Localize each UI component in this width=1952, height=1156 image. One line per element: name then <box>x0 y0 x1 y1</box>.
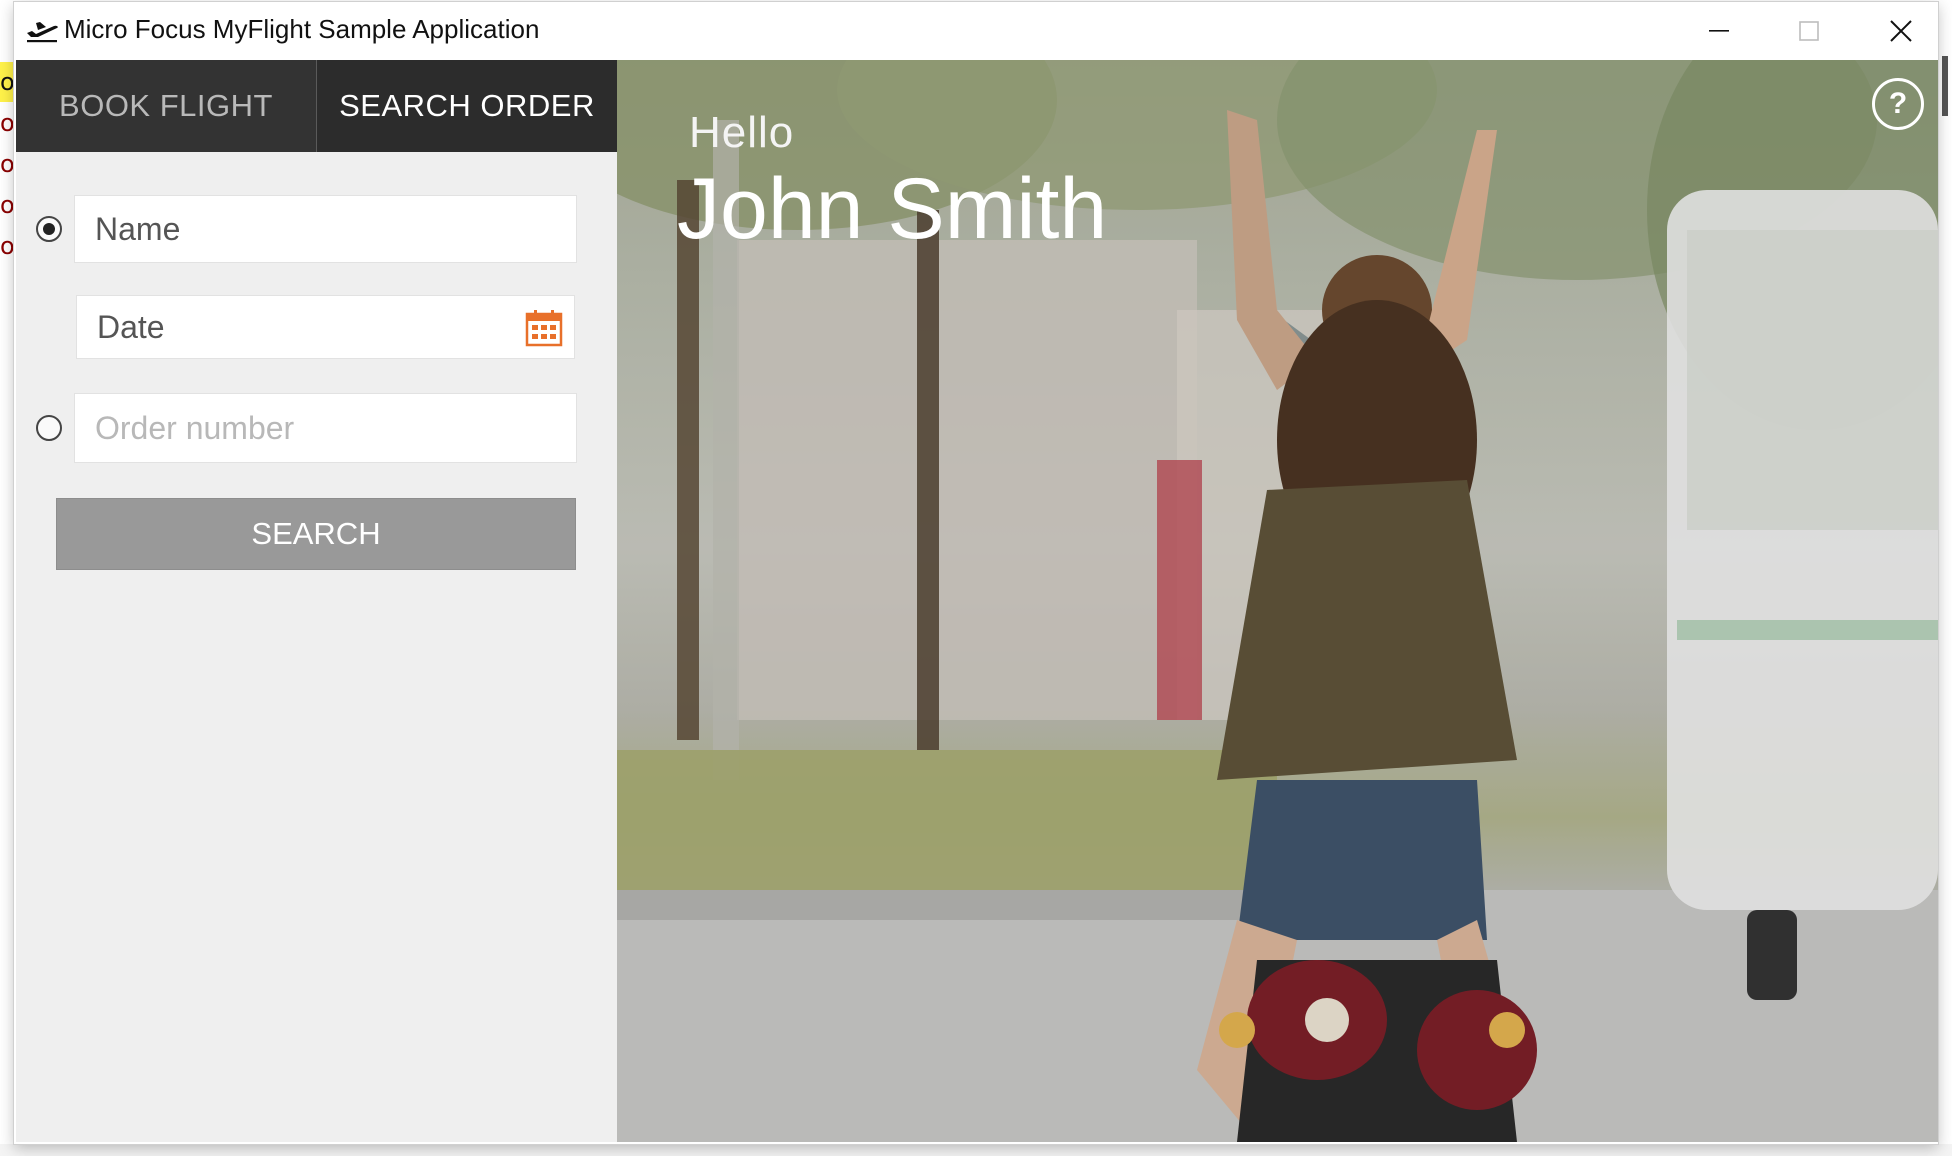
close-button[interactable] <box>1856 2 1946 60</box>
search-button[interactable]: SEARCH <box>56 498 576 570</box>
greeting-user-name: John Smith <box>677 161 1108 257</box>
tab-search-order[interactable]: SEARCH ORDER <box>317 60 617 152</box>
title-bar: Micro Focus MyFlight Sample Application <box>14 2 1938 60</box>
close-icon <box>1890 20 1912 42</box>
airplane-takeoff-icon <box>27 22 58 43</box>
maximize-button[interactable] <box>1764 2 1854 60</box>
help-button[interactable]: ? <box>1872 78 1924 130</box>
search-by-order-number-radio[interactable] <box>36 415 62 441</box>
date-value: Date <box>97 308 165 345</box>
order-number-input[interactable] <box>75 394 576 462</box>
minimize-button[interactable] <box>1674 2 1764 60</box>
window-title: Micro Focus MyFlight Sample Application <box>64 14 540 44</box>
hero-photo: Hello John Smith ? <box>617 60 1938 1142</box>
maximize-icon <box>1799 21 1819 41</box>
date-field[interactable]: Date <box>76 295 575 359</box>
help-icon: ? <box>1888 87 1908 120</box>
name-value: Name <box>95 210 181 247</box>
tab-bar: BOOK FLIGHT SEARCH ORDER <box>16 60 617 152</box>
background-scrollbar-thumb <box>1942 56 1948 116</box>
minimize-icon <box>1709 30 1729 32</box>
greeting-hello: Hello <box>689 108 795 157</box>
search-order-panel: BOOK FLIGHT SEARCH ORDER Name Date Order… <box>16 60 617 1142</box>
background-scrollbar <box>1938 0 1952 1156</box>
radio-selected-dot <box>43 223 55 235</box>
search-by-name-radio[interactable] <box>36 216 62 242</box>
calendar-icon[interactable] <box>524 308 564 348</box>
background-glyph: o <box>0 62 15 102</box>
order-number-field[interactable] <box>74 393 577 463</box>
app-window: Micro Focus MyFlight Sample Application … <box>14 2 1938 1144</box>
tab-book-flight[interactable]: BOOK FLIGHT <box>16 60 316 152</box>
name-field[interactable]: Name <box>74 195 577 263</box>
background-bottom-edge <box>0 1144 1952 1156</box>
